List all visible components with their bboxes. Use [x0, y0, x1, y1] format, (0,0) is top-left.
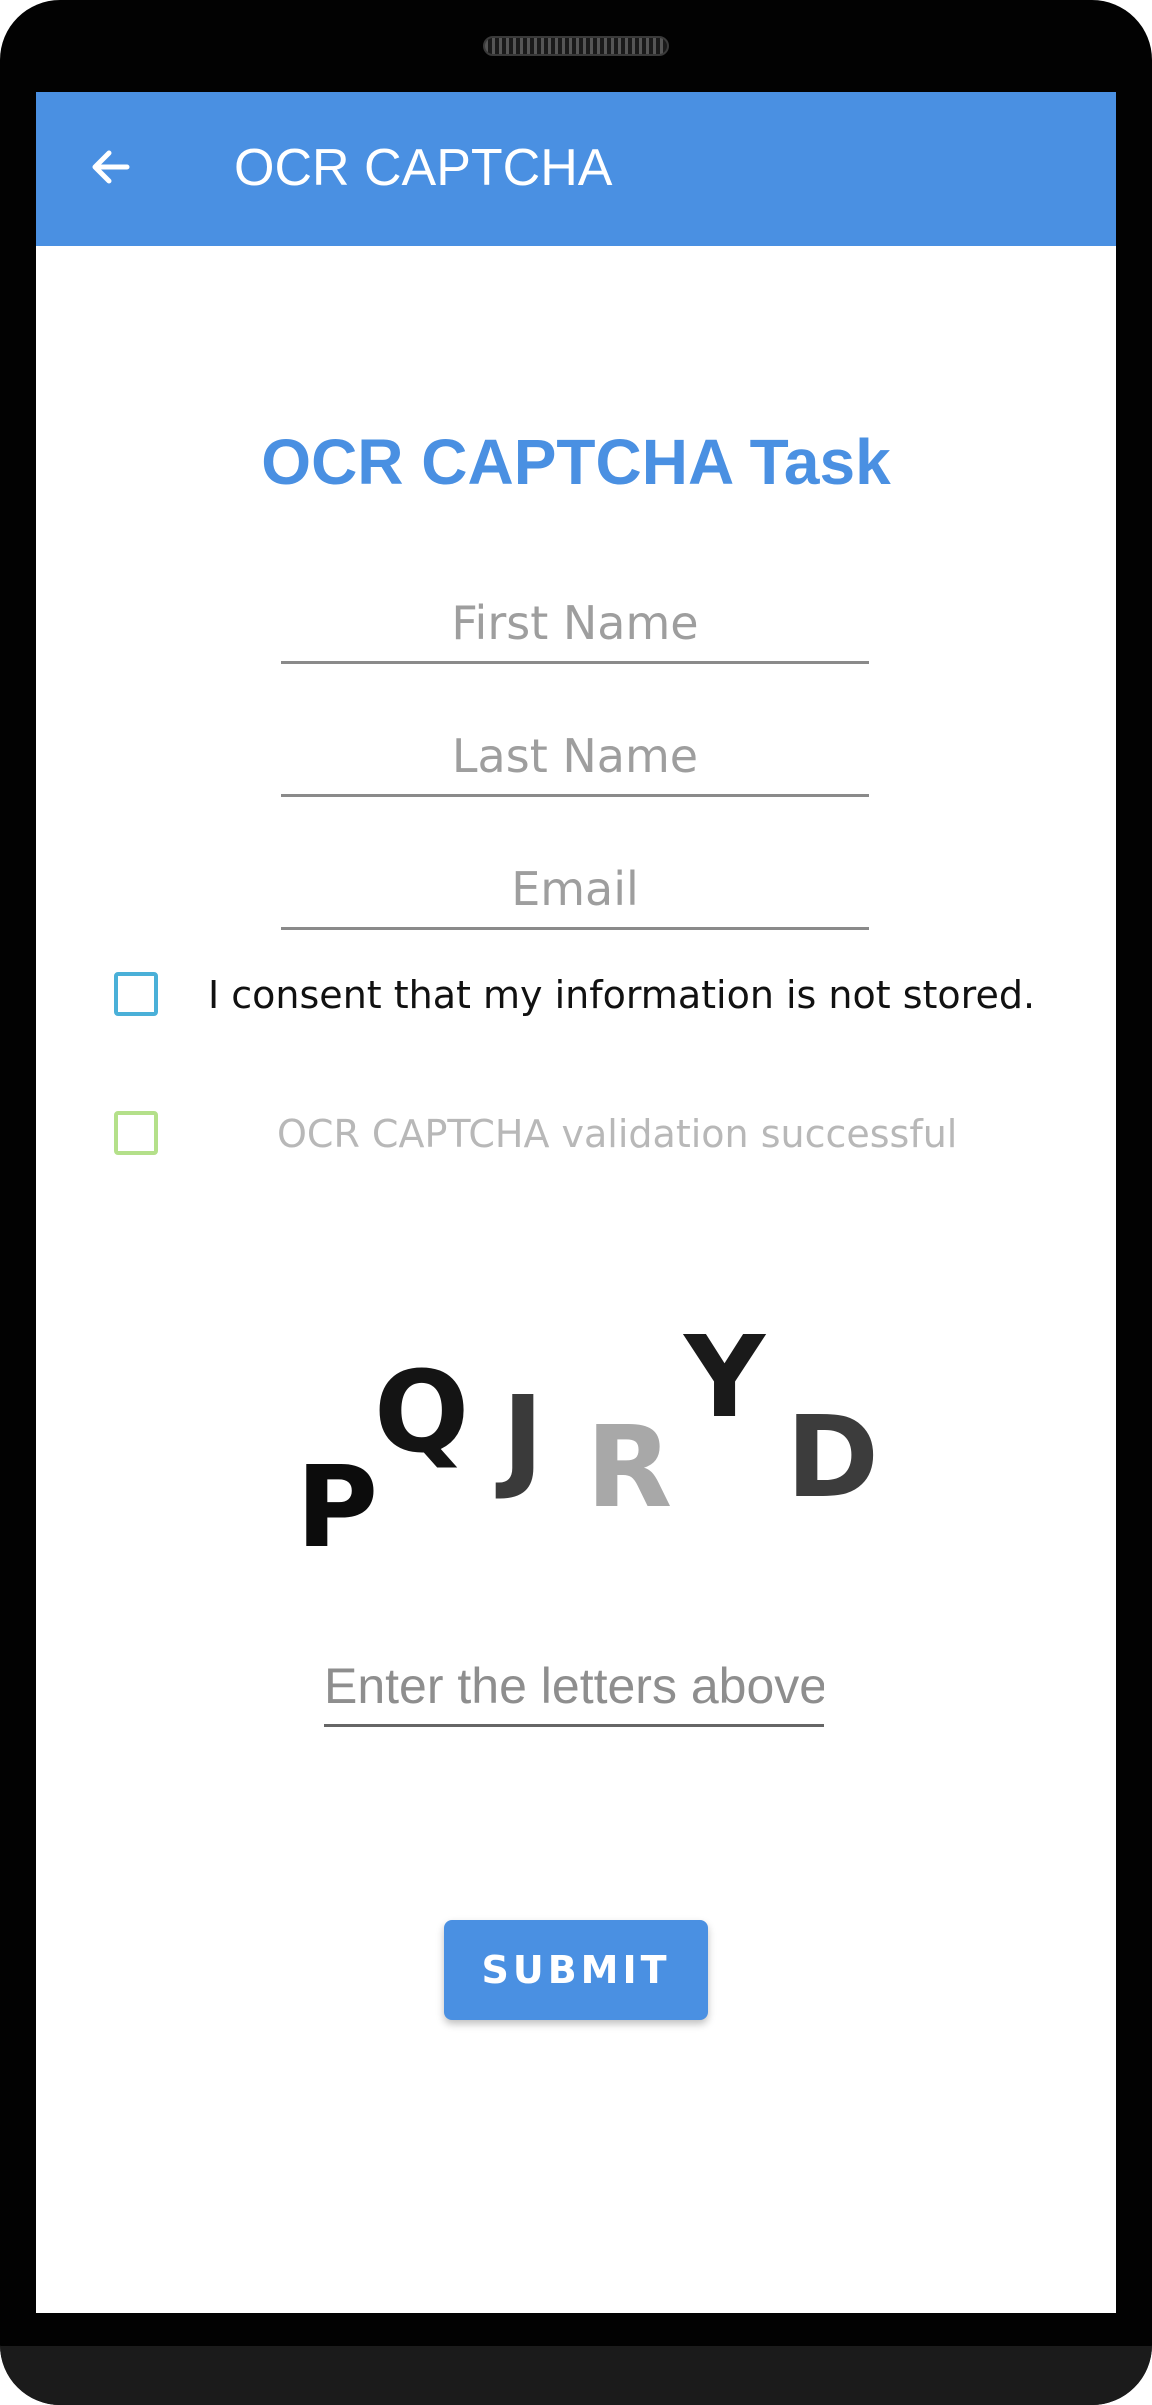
speaker-grille: [483, 36, 669, 56]
first-name-field[interactable]: [281, 584, 869, 664]
email-field[interactable]: [281, 850, 869, 930]
captcha-letter: P: [296, 1443, 379, 1573]
app-screen: OCR CAPTCHA OCR CAPTCHA Task I consent t…: [36, 92, 1116, 2313]
validation-label: OCR CAPTCHA validation successful: [277, 1112, 958, 1156]
captcha-letter: Y: [684, 1313, 766, 1443]
app-bar: OCR CAPTCHA: [36, 92, 1116, 246]
captcha-letter: D: [786, 1393, 879, 1523]
captcha-letter: Q: [374, 1348, 470, 1478]
validation-checkbox: [114, 1111, 158, 1155]
app-bar-title: OCR CAPTCHA: [234, 139, 613, 197]
last-name-field[interactable]: [281, 717, 869, 797]
back-button[interactable]: [76, 132, 146, 202]
phone-frame: OCR CAPTCHA OCR CAPTCHA Task I consent t…: [0, 0, 1152, 2405]
captcha-letter: J: [502, 1373, 544, 1503]
consent-checkbox[interactable]: [114, 972, 158, 1016]
submit-button[interactable]: SUBMIT: [444, 1920, 708, 2020]
captcha-letter: R: [586, 1403, 673, 1533]
arrow-left-icon: [92, 150, 130, 184]
consent-label: I consent that my information is not sto…: [208, 973, 1036, 1017]
captcha-input[interactable]: [324, 1647, 824, 1727]
phone-bottom-bezel: [0, 2346, 1152, 2405]
page-title: OCR CAPTCHA Task: [261, 426, 891, 498]
captcha-image: P Q J R Y D: [296, 1262, 936, 1622]
